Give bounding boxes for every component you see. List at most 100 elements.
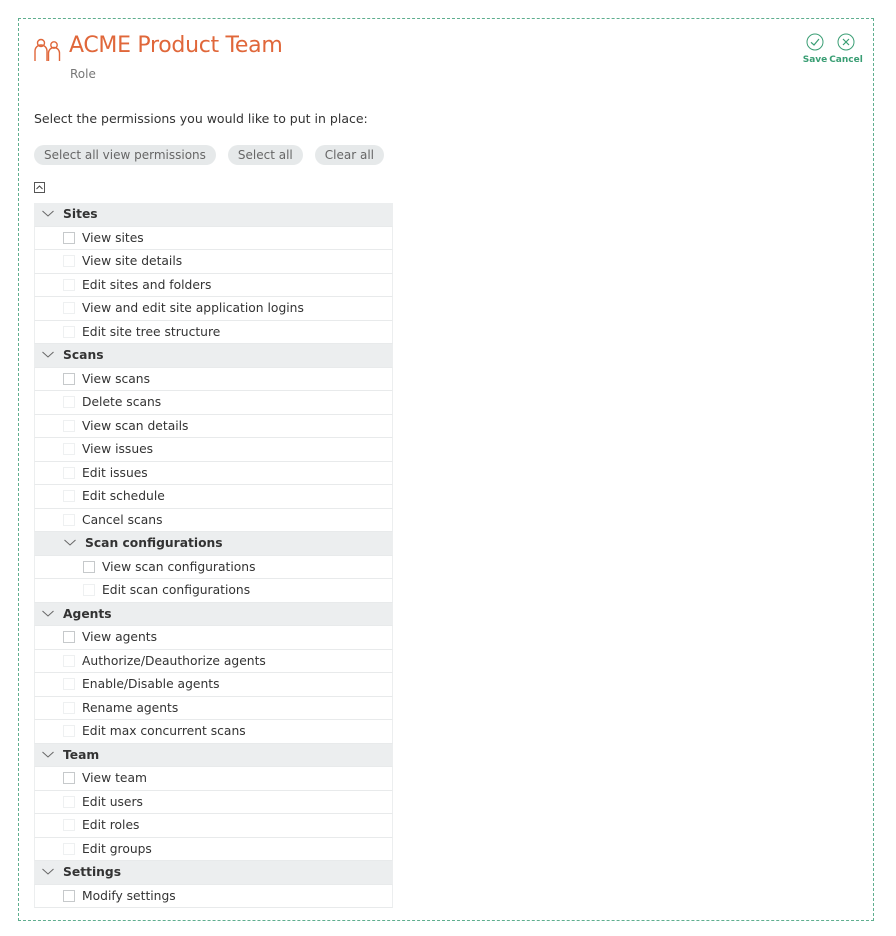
permission-checkbox[interactable] [83,584,95,597]
permission-item[interactable]: Edit sites and folders [34,273,393,297]
permission-item[interactable]: Edit site tree structure [34,320,393,344]
permission-label: Edit scan configurations [102,583,251,598]
permission-label: Edit users [82,794,143,809]
permission-item[interactable]: View sites [34,226,393,250]
permission-checkbox[interactable] [63,278,75,291]
cancel-label: Cancel [829,55,863,65]
permission-label: Edit max concurrent scans [82,724,246,739]
permission-checkbox[interactable] [63,889,75,902]
permission-checkbox[interactable] [63,419,75,432]
clear-all-button[interactable]: Clear all [314,145,384,165]
permission-checkbox[interactable] [83,560,95,573]
permission-item[interactable]: View team [34,767,393,791]
permission-label: Rename agents [82,700,179,715]
permission-checkbox[interactable] [63,231,75,244]
permission-checkbox[interactable] [63,654,75,667]
permission-label: View sites [82,230,144,245]
group-settings[interactable]: Settings [34,861,393,885]
permission-item[interactable]: View agents [34,626,393,650]
page-subtitle: Role [70,67,96,81]
permission-label: View issues [82,442,154,457]
permission-checkbox[interactable] [63,372,75,385]
group-title: Agents [63,606,112,621]
permission-item[interactable]: Edit max concurrent scans [34,720,393,744]
permission-checkbox[interactable] [63,396,75,409]
group-team[interactable]: Team [34,743,393,767]
permission-checkbox[interactable] [63,701,75,714]
select-all-view-button[interactable]: Select all view permissions [34,145,216,165]
cancel-button[interactable]: Cancel [826,33,866,65]
permission-label: Cancel scans [82,512,163,527]
permission-checkbox[interactable] [63,631,75,644]
permission-item[interactable]: Cancel scans [34,508,393,532]
permission-item[interactable]: Rename agents [34,696,393,720]
permission-item[interactable]: View scan details [34,414,393,438]
group-scans[interactable]: Scans [34,344,393,368]
chevron-down-icon [42,868,54,875]
permission-checkbox[interactable] [63,795,75,808]
chevron-down-icon [64,539,76,546]
permission-label: Edit issues [82,465,148,480]
permission-label: Edit roles [82,818,140,833]
permission-item[interactable]: Modify settings [34,884,393,908]
permission-checkbox[interactable] [63,725,75,738]
permission-item[interactable]: View site details [34,250,393,274]
chevron-up-icon [36,185,43,190]
permission-item[interactable]: View scan configurations [34,555,393,579]
permission-item[interactable]: Edit roles [34,814,393,838]
permission-checkbox[interactable] [63,819,75,832]
team-icon [34,38,61,61]
permission-label: View and edit site application logins [82,301,304,316]
permission-label: Authorize/Deauthorize agents [82,653,266,668]
permission-item[interactable]: Delete scans [34,391,393,415]
role-editor-panel: ACME Product Team Role Save Cancel Selec… [18,18,874,921]
permission-label: View site details [82,254,183,269]
permission-label: View scans [82,371,150,386]
chevron-down-icon [42,751,54,758]
permission-item[interactable]: View issues [34,438,393,462]
permission-checkbox[interactable] [63,466,75,479]
group-title: Team [63,747,100,762]
permission-item[interactable]: Authorize/Deauthorize agents [34,649,393,673]
group-title: Sites [63,207,98,222]
permission-item[interactable]: Edit schedule [34,485,393,509]
permission-label: View team [82,771,147,786]
subgroup-scan-configurations[interactable]: Scan configurations [34,532,393,556]
permission-checkbox[interactable] [63,302,75,315]
permission-label: View scan details [82,418,189,433]
group-title: Scans [63,348,104,363]
permission-label: View agents [82,630,158,645]
collapse-all-toggle[interactable] [34,182,45,193]
close-icon [837,33,855,51]
bulk-actions: Select all view permissions Select all C… [34,145,384,165]
permission-item[interactable]: Enable/Disable agents [34,673,393,697]
group-title: Settings [63,865,122,880]
permission-label: Enable/Disable agents [82,677,220,692]
permission-item[interactable]: Edit groups [34,837,393,861]
chevron-down-icon [42,610,54,617]
permission-checkbox[interactable] [63,772,75,785]
group-sites[interactable]: Sites [34,203,393,227]
permission-checkbox[interactable] [63,443,75,456]
permission-label: Modify settings [82,888,176,903]
chevron-down-icon [42,351,54,358]
permissions-tree: Sites View sites View site details Edit sit… [34,203,393,908]
permission-item[interactable]: Edit scan configurations [34,579,393,603]
permission-item[interactable]: Edit issues [34,461,393,485]
permission-label: Edit sites and folders [82,277,212,292]
permission-checkbox[interactable] [63,325,75,338]
permission-checkbox[interactable] [63,490,75,503]
group-agents[interactable]: Agents [34,602,393,626]
permission-item[interactable]: Edit users [34,790,393,814]
permission-item[interactable]: View scans [34,367,393,391]
select-all-button[interactable]: Select all [227,145,303,165]
permission-checkbox[interactable] [63,255,75,268]
page-title: ACME Product Team [69,33,283,58]
permission-checkbox[interactable] [63,513,75,526]
permission-checkbox[interactable] [63,678,75,691]
permission-label: Edit groups [82,841,152,856]
permission-item[interactable]: View and edit site application logins [34,297,393,321]
permission-checkbox[interactable] [63,842,75,855]
chevron-down-icon [42,210,54,217]
permission-label: Edit site tree structure [82,324,221,339]
